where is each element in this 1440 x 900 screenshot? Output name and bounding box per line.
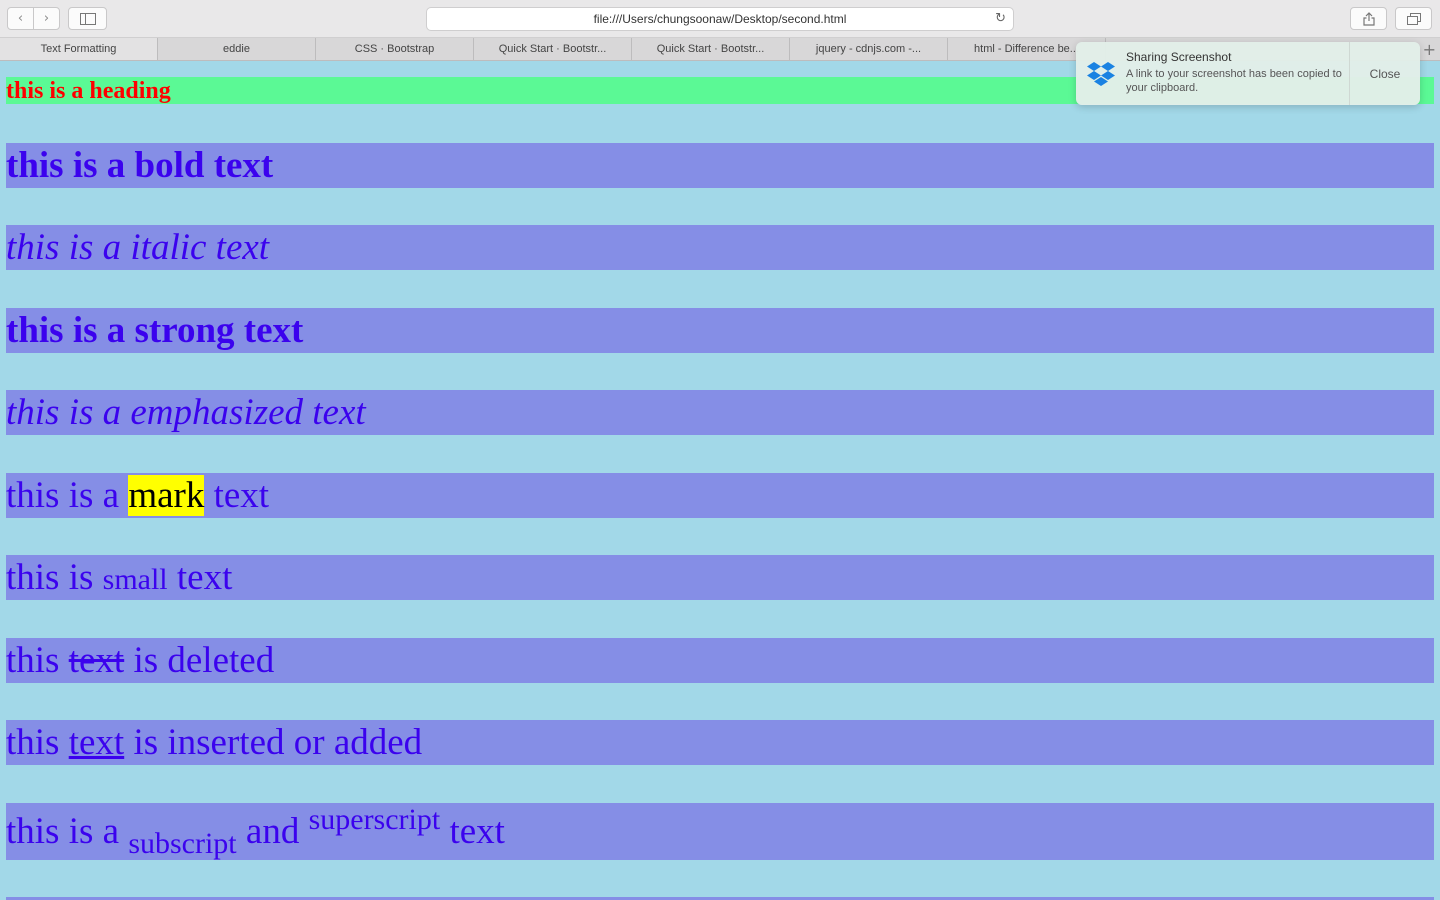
tab-quick-start-1[interactable]: Quick Start · Bootstr...: [474, 38, 632, 60]
inserted-text: text: [68, 722, 125, 763]
notification-body: Sharing Screenshot A link to your screen…: [1126, 42, 1350, 105]
share-icon: [1362, 11, 1375, 26]
heading-text: this is a heading: [6, 78, 171, 104]
small-after: text: [167, 557, 233, 598]
marked-text: mark: [128, 475, 205, 516]
tab-label: eddie: [223, 43, 250, 55]
italic-line: this is a italic text: [6, 225, 1434, 270]
chevron-right-icon: ›: [43, 11, 50, 26]
inserted-line: this text is inserted or added: [6, 720, 1434, 765]
tab-label: CSS · Bootstrap: [354, 43, 435, 55]
sidebar-button[interactable]: [68, 7, 107, 30]
mark-before: this is a: [6, 475, 129, 516]
close-label: Close: [1369, 66, 1401, 81]
tab-label: jquery - cdnjs.com -...: [815, 43, 922, 55]
sharing-notification: Sharing Screenshot A link to your screen…: [1076, 42, 1420, 105]
sidebar-icon: [79, 12, 96, 25]
back-button[interactable]: ‹: [7, 7, 34, 30]
deleted-line: this text is deleted: [6, 638, 1434, 683]
share-button[interactable]: [1350, 7, 1387, 30]
emphasized-text: this is a emphasized text: [6, 392, 366, 433]
bold-text: this is a bold text: [6, 145, 274, 186]
superscript-text: superscript: [308, 803, 441, 836]
subsup-before: this is a: [6, 811, 129, 852]
tab-eddie[interactable]: eddie: [158, 38, 316, 60]
strong-text: this is a strong text: [6, 310, 304, 351]
mark-after: text: [204, 475, 270, 516]
inserted-after: is inserted or added: [124, 722, 423, 763]
deleted-after: is deleted: [124, 640, 275, 681]
tab-css-bootstrap[interactable]: CSS · Bootstrap: [316, 38, 474, 60]
address-bar[interactable]: file:///Users/chungsoonaw/Desktop/second…: [426, 7, 1014, 31]
tab-label: html - Difference be...: [974, 43, 1079, 55]
small-line: this is small text: [6, 555, 1434, 600]
italic-text: this is a italic text: [6, 227, 270, 268]
url-text: file:///Users/chungsoonaw/Desktop/second…: [593, 12, 847, 26]
subsup-line: this is a subscript and superscript text: [6, 803, 1434, 860]
notification-title: Sharing Screenshot: [1126, 50, 1232, 64]
tabs-overview-icon: [1406, 12, 1421, 25]
deleted-text: text: [68, 640, 125, 681]
emphasized-line: this is a emphasized text: [6, 390, 1434, 435]
close-button[interactable]: Close: [1349, 42, 1420, 105]
subscript-text: subscript: [128, 827, 237, 860]
tab-text-formatting[interactable]: Text Formatting: [0, 38, 158, 60]
tab-label: Text Formatting: [40, 43, 117, 55]
tab-jquery-cdnjs[interactable]: jquery - cdnjs.com -...: [790, 38, 948, 60]
inserted-before: this: [6, 722, 69, 763]
forward-button[interactable]: ›: [33, 7, 60, 30]
small-text: small: [102, 563, 168, 596]
tab-label: Quick Start · Bootstr...: [498, 43, 607, 55]
subsup-middle: and: [236, 811, 309, 852]
notification-message: A link to your screenshot has been copie…: [1126, 68, 1342, 94]
mark-line: this is a mark text: [6, 473, 1434, 518]
chevron-left-icon: ‹: [17, 11, 24, 26]
deleted-before: this: [6, 640, 69, 681]
dropbox-icon: [1076, 42, 1126, 105]
subsup-after: text: [440, 811, 505, 852]
tab-label: Quick Start · Bootstr...: [656, 43, 765, 55]
browser-toolbar: ‹ › file:///Users/chungsoonaw/Desktop/se…: [0, 0, 1440, 38]
reload-icon[interactable]: ↻: [995, 11, 1006, 26]
tab-quick-start-2[interactable]: Quick Start · Bootstr...: [632, 38, 790, 60]
tab-overview-button[interactable]: [1395, 7, 1432, 30]
bold-line: this is a bold text: [6, 143, 1434, 188]
plus-icon[interactable]: +: [1423, 40, 1436, 59]
small-before: this is: [6, 557, 103, 598]
strong-line: this is a strong text: [6, 308, 1434, 353]
